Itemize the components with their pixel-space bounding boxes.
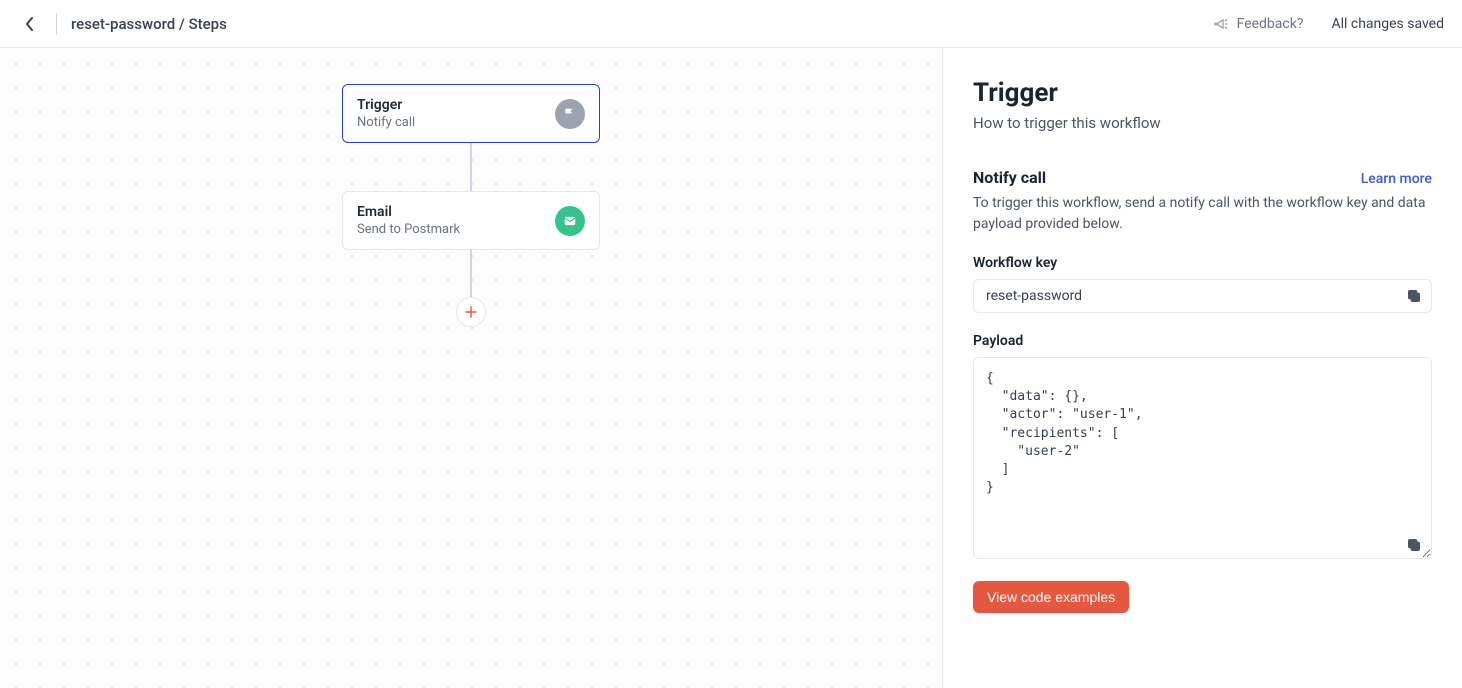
side-panel: Trigger How to trigger this workflow Not…	[942, 48, 1462, 688]
header-right: Feedback? All changes saved	[1213, 16, 1444, 32]
section-header: Notify call Learn more	[973, 168, 1432, 187]
chevron-left-icon	[25, 16, 35, 32]
panel-subtitle: How to trigger this workflow	[973, 114, 1432, 132]
header-left: reset-password / Steps	[18, 12, 227, 36]
node-title: Trigger	[357, 97, 415, 113]
save-status: All changes saved	[1331, 16, 1444, 32]
nodes-container: Trigger Notify call Email Send to Postma…	[342, 84, 600, 327]
flag-icon	[555, 99, 585, 129]
node-email[interactable]: Email Send to Postmark	[342, 191, 600, 250]
workflow-canvas[interactable]: Trigger Notify call Email Send to Postma…	[0, 48, 942, 688]
feedback-button[interactable]: Feedback?	[1213, 16, 1304, 32]
plus-icon	[465, 306, 477, 318]
workflow-key-input[interactable]	[973, 279, 1432, 313]
node-subtitle: Send to Postmark	[357, 222, 460, 237]
node-text: Email Send to Postmark	[357, 204, 460, 237]
divider	[56, 13, 57, 35]
breadcrumb: reset-password / Steps	[71, 15, 227, 33]
mail-icon	[555, 206, 585, 236]
connector	[470, 143, 472, 191]
copy-button[interactable]	[1406, 288, 1422, 304]
copy-payload-button[interactable]	[1406, 537, 1422, 553]
view-code-examples-button[interactable]: View code examples	[973, 581, 1129, 613]
learn-more-link[interactable]: Learn more	[1361, 171, 1432, 187]
node-subtitle: Notify call	[357, 115, 415, 130]
add-step-button[interactable]	[456, 297, 486, 327]
payload-textarea[interactable]	[973, 357, 1432, 559]
panel-title: Trigger	[973, 78, 1432, 108]
node-trigger[interactable]: Trigger Notify call	[342, 84, 600, 143]
node-text: Trigger Notify call	[357, 97, 415, 130]
connector	[470, 250, 472, 298]
main: Trigger Notify call Email Send to Postma…	[0, 48, 1462, 688]
payload-wrap	[973, 357, 1432, 563]
megaphone-icon	[1213, 16, 1229, 32]
section-description: To trigger this workflow, send a notify …	[973, 193, 1432, 235]
payload-label: Payload	[973, 333, 1432, 349]
section-title: Notify call	[973, 168, 1046, 187]
page-header: reset-password / Steps Feedback? All cha…	[0, 0, 1462, 48]
node-title: Email	[357, 204, 460, 220]
workflow-key-label: Workflow key	[973, 255, 1432, 271]
copy-icon	[1406, 537, 1422, 553]
copy-icon	[1406, 288, 1422, 304]
back-button[interactable]	[18, 12, 42, 36]
workflow-key-input-wrap	[973, 279, 1432, 313]
feedback-label: Feedback?	[1237, 16, 1304, 32]
